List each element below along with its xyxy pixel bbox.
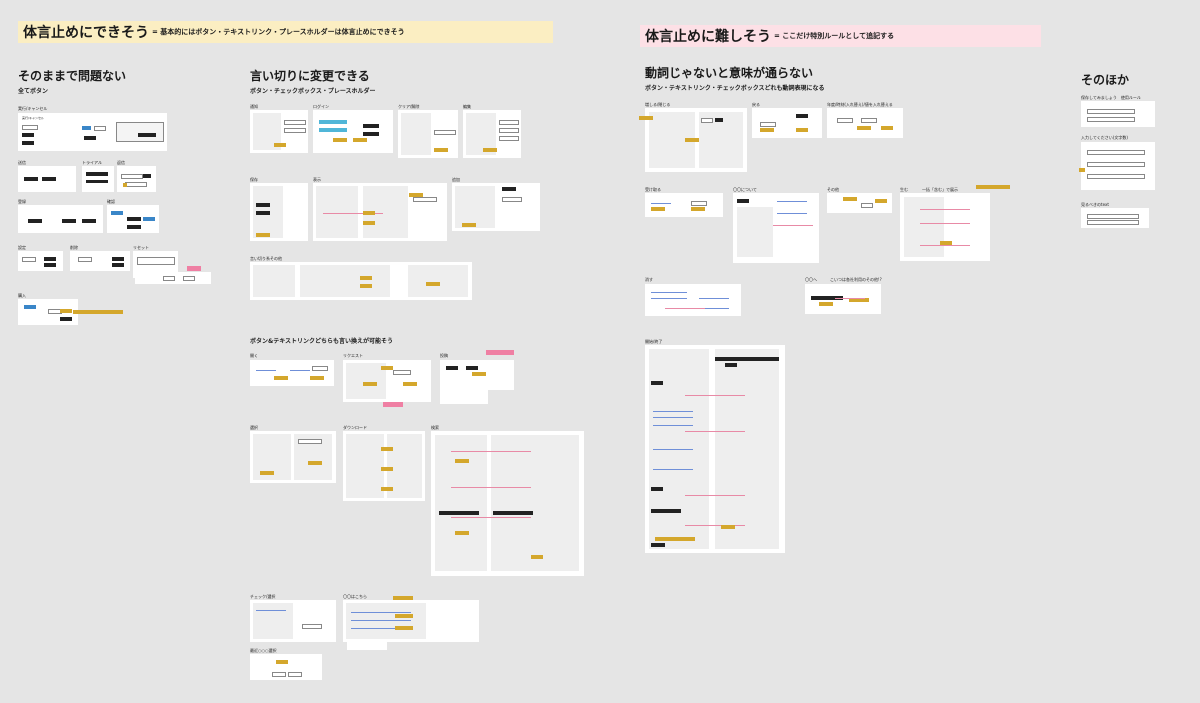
mockup-card (250, 360, 334, 386)
mockup-card (135, 266, 211, 284)
mockup-card (250, 600, 336, 642)
right-banner-title: 体言止めに難しそう (645, 29, 771, 45)
left-banner-title: 体言止めにできそう (23, 25, 149, 41)
group-label: 入力してください(文字数) (1081, 135, 1128, 140)
section-title-other: そのほか (1081, 73, 1130, 87)
mockup-card (900, 185, 1010, 261)
mockup-card (250, 262, 472, 300)
mockup-card (347, 640, 387, 650)
mockup-card (82, 166, 114, 192)
mockup-card (313, 110, 393, 153)
section-subtitle-hard: ボタン・テキストリンク・チェックボックスどれも動詞表現になる (645, 85, 825, 92)
mockup-card (18, 205, 103, 233)
group-label: 開く (250, 353, 258, 358)
group-label: 〇〇へ (805, 277, 817, 282)
mockup-card (1081, 208, 1149, 228)
mockup-card (398, 110, 458, 158)
mockup-card (250, 431, 336, 483)
section-subtitle-ok: 全てボタン (18, 88, 49, 95)
mockup-card (805, 284, 881, 314)
mockup-card (440, 350, 514, 390)
mockup-card: 実行/キャンセル (18, 113, 167, 151)
mockup-card (250, 654, 322, 680)
mockup-card (18, 166, 76, 192)
group-label: 投稿 (440, 353, 448, 358)
mockup-card (639, 108, 747, 172)
section-title-hard: 動詞じゃないと意味が通らない (645, 66, 814, 80)
mockup-card (117, 166, 156, 192)
mockup-card (18, 299, 123, 325)
group-label: リクエスト (343, 353, 363, 358)
mockup-card (313, 183, 447, 241)
mockup-card (645, 345, 785, 553)
mockup-card (440, 390, 488, 404)
mockup-card (1079, 142, 1155, 190)
mockup-card (107, 205, 159, 233)
section-title-both: ボタン&テキストリンクどちらも言い換えが可能そう (250, 338, 394, 345)
group-label: こいつは各社利用のその他!? (830, 277, 882, 282)
section-subtitle-rephrase: ボタン・チェックボックス・プレースホルダー (250, 88, 376, 95)
mockup-card (733, 193, 819, 263)
mockup-card (343, 360, 431, 407)
mockup-card (827, 193, 892, 213)
mockup-card (70, 251, 130, 271)
mockup-card (250, 110, 308, 153)
mockup-card (827, 108, 903, 138)
group-label: 実行/キャンセル (18, 106, 48, 111)
mockup-card (645, 193, 723, 217)
mockup-card (463, 110, 521, 158)
right-banner-subtitle: = ここだけ特別ルールとして追記する (774, 32, 895, 40)
mockup-card (18, 251, 63, 271)
mockup-card (343, 431, 425, 501)
mockup-card (343, 596, 479, 642)
left-banner-subtitle: = 基本的にはボタン・テキストリンク・プレースホルダーは体言止めにできそう (152, 28, 405, 36)
mockup-card (452, 183, 540, 231)
section-title-rephrase: 言い切りに変更できる (250, 69, 370, 83)
mockup-card (645, 284, 741, 316)
section-title-ok: そのままで問題ない (18, 69, 127, 83)
mockup-card (752, 108, 822, 138)
mockup-card (431, 431, 584, 576)
mockup-card (250, 183, 308, 241)
left-banner: 体言止めにできそう = 基本的にはボタン・テキストリンク・プレースホルダーは体言… (18, 21, 553, 43)
group-label: 消す (645, 277, 653, 282)
mockup-card (1081, 101, 1155, 127)
right-banner: 体言止めに難しそう = ここだけ特別ルールとして追記する (640, 25, 1041, 47)
